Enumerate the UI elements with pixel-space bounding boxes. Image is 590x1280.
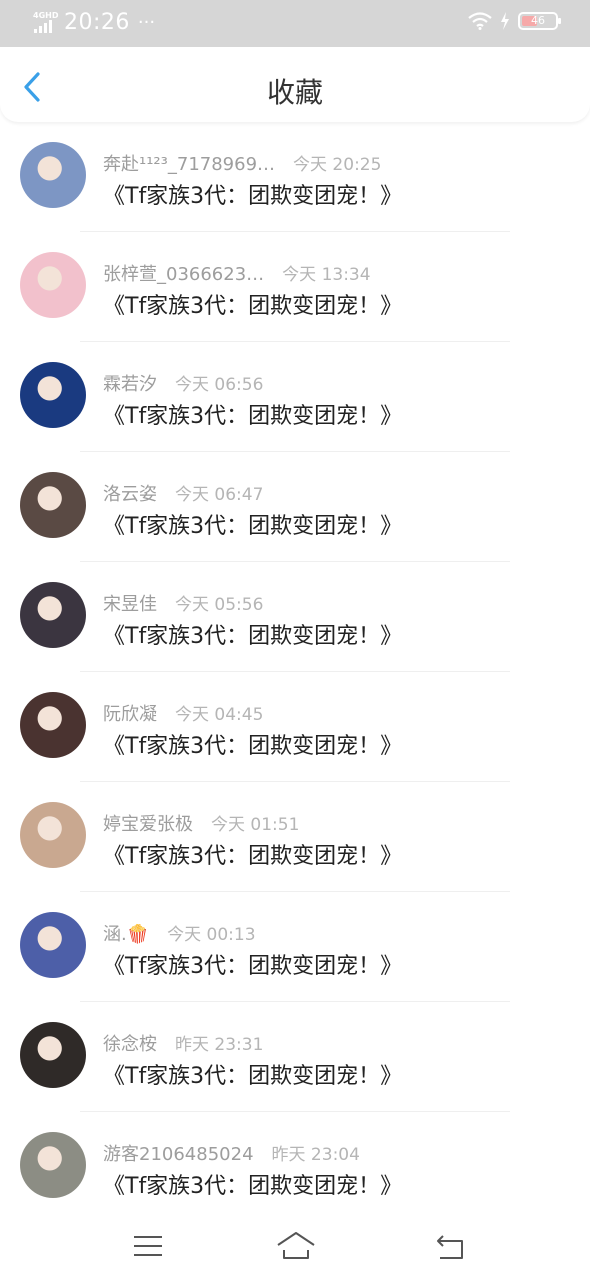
book-title: 《Tf家族3代：团欺变团宠！》 (103, 1064, 403, 1089)
timestamp: 今天 00:13 (167, 925, 256, 945)
avatar[interactable] (20, 1132, 86, 1198)
timestamp: 今天 20:25 (293, 155, 382, 175)
timestamp: 今天 13:34 (282, 265, 371, 285)
list-item[interactable]: 霖若汐 今天 06:56 《Tf家族3代：团欺变团宠！》 (0, 342, 590, 452)
menu-button[interactable] (128, 1228, 168, 1264)
home-icon (277, 1232, 315, 1259)
username: 徐念桉 (103, 1034, 157, 1055)
username: 阮欣凝 (103, 704, 157, 725)
list-item[interactable]: 洛云姿 今天 06:47 《Tf家族3代：团欺变团宠！》 (0, 452, 590, 562)
timestamp: 今天 01:51 (211, 815, 300, 835)
status-bar: 4GHD 20:26 ··· 46 (0, 0, 590, 47)
list-item[interactable]: 婷宝爱张极 今天 01:51 《Tf家族3代：团欺变团宠！》 (0, 782, 590, 892)
item-meta: 涵.🍿 今天 00:13 (103, 920, 256, 946)
network-type: 4GHD (33, 10, 59, 20)
menu-icon (134, 1236, 162, 1256)
timestamp: 昨天 23:04 (271, 1145, 360, 1165)
username: 洛云姿 (103, 484, 157, 505)
avatar[interactable] (20, 362, 86, 428)
avatar[interactable] (20, 802, 86, 868)
signal-icon: 4GHD (32, 11, 58, 35)
username: 张梓萱_0366623… (103, 264, 265, 285)
system-nav-bar (0, 1214, 590, 1280)
timestamp: 今天 04:45 (175, 705, 264, 725)
battery-text: 46 (531, 14, 545, 27)
charging-bolt-icon (501, 12, 509, 30)
notification-dots: ··· (137, 12, 156, 33)
list-item[interactable]: 徐念桉 昨天 23:31 《Tf家族3代：团欺变团宠！》 (0, 1002, 590, 1112)
item-meta: 奔赴¹¹²³_7178969… 今天 20:25 (103, 150, 381, 176)
item-meta: 游客2106485024 昨天 23:04 (103, 1140, 360, 1166)
username: 涵.🍿 (103, 924, 150, 945)
username: 宋昱佳 (103, 594, 157, 615)
username: 婷宝爱张极 (103, 814, 193, 835)
book-title: 《Tf家族3代：团欺变团宠！》 (103, 184, 403, 209)
username: 游客2106485024 (103, 1144, 254, 1165)
book-title: 《Tf家族3代：团欺变团宠！》 (103, 954, 403, 979)
item-meta: 婷宝爱张极 今天 01:51 (103, 810, 299, 836)
timestamp: 昨天 23:31 (175, 1035, 264, 1055)
book-title: 《Tf家族3代：团欺变团宠！》 (103, 844, 403, 869)
book-title: 《Tf家族3代：团欺变团宠！》 (103, 734, 403, 759)
list-item[interactable]: 张梓萱_0366623… 今天 13:34 《Tf家族3代：团欺变团宠！》 (0, 232, 590, 342)
avatar[interactable] (20, 912, 86, 978)
return-icon (437, 1235, 463, 1259)
header-bar: 收藏 (0, 47, 590, 122)
timestamp: 今天 06:56 (175, 375, 264, 395)
battery-icon: 46 (518, 12, 561, 30)
item-meta: 阮欣凝 今天 04:45 (103, 700, 263, 726)
book-title: 《Tf家族3代：团欺变团宠！》 (103, 294, 403, 319)
list-item[interactable]: 阮欣凝 今天 04:45 《Tf家族3代：团欺变团宠！》 (0, 672, 590, 782)
item-meta: 徐念桉 昨天 23:31 (103, 1030, 263, 1056)
avatar[interactable] (20, 252, 86, 318)
timestamp: 今天 06:47 (175, 485, 264, 505)
wifi-icon (468, 12, 492, 30)
favorites-list: 奔赴¹¹²³_7178969… 今天 20:25 《Tf家族3代：团欺变团宠！》 张梓… (0, 122, 590, 1222)
username: 奔赴¹¹²³_7178969… (103, 154, 276, 175)
avatar[interactable] (20, 472, 86, 538)
status-time: 20:26 (64, 10, 130, 35)
status-right: 46 (468, 12, 561, 30)
item-meta: 张梓萱_0366623… 今天 13:34 (103, 260, 371, 286)
book-title: 《Tf家族3代：团欺变团宠！》 (103, 514, 403, 539)
item-meta: 洛云姿 今天 06:47 (103, 480, 263, 506)
book-title: 《Tf家族3代：团欺变团宠！》 (103, 1174, 403, 1199)
list-item[interactable]: 宋昱佳 今天 05:56 《Tf家族3代：团欺变团宠！》 (0, 562, 590, 672)
avatar[interactable] (20, 582, 86, 648)
avatar[interactable] (20, 142, 86, 208)
list-item[interactable]: 涵.🍿 今天 00:13 《Tf家族3代：团欺变团宠！》 (0, 892, 590, 1002)
timestamp: 今天 05:56 (175, 595, 264, 615)
item-meta: 霖若汐 今天 06:56 (103, 370, 263, 396)
item-meta: 宋昱佳 今天 05:56 (103, 590, 263, 616)
username: 霖若汐 (103, 374, 157, 395)
avatar[interactable] (20, 692, 86, 758)
home-button[interactable] (274, 1228, 318, 1264)
book-title: 《Tf家族3代：团欺变团宠！》 (103, 404, 403, 429)
list-item[interactable]: 游客2106485024 昨天 23:04 《Tf家族3代：团欺变团宠！》 (0, 1112, 590, 1222)
list-item[interactable]: 奔赴¹¹²³_7178969… 今天 20:25 《Tf家族3代：团欺变团宠！》 (0, 122, 590, 232)
page-title: 收藏 (266, 76, 323, 109)
status-left: 4GHD 20:26 ··· (32, 10, 155, 35)
avatar[interactable] (20, 1022, 86, 1088)
back-nav-button[interactable] (430, 1228, 470, 1264)
book-title: 《Tf家族3代：团欺变团宠！》 (103, 624, 403, 649)
